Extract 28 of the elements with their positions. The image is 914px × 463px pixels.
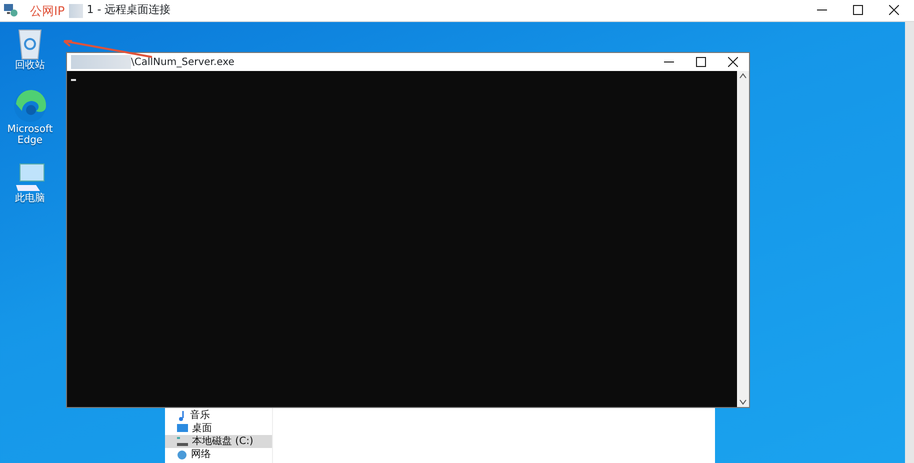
desktop-icon-label[interactable]: 此电脑 xyxy=(5,192,55,204)
window-title: 1 - 远程桌面连接 xyxy=(86,2,171,18)
blurred-region xyxy=(71,55,131,69)
close-icon xyxy=(889,5,899,16)
scroll-up-icon[interactable] xyxy=(739,71,747,81)
desktop-icon-label[interactable]: 回收站 xyxy=(5,60,55,72)
music-note-icon xyxy=(177,410,186,420)
scrollbar[interactable] xyxy=(905,22,914,463)
nav-item[interactable]: 音乐 xyxy=(165,409,272,422)
maximize-icon xyxy=(696,56,706,67)
scrollbar[interactable] xyxy=(737,71,749,407)
nav-item[interactable]: 桌面 xyxy=(165,422,272,435)
annotation-label: 公网IP xyxy=(30,2,65,20)
computer-icon xyxy=(14,162,46,192)
maximize-icon xyxy=(853,5,863,16)
nav-item[interactable]: 本地磁盘 (C:) xyxy=(165,435,272,448)
window-title: \CallNum_Server.exe xyxy=(131,56,234,70)
blurred-region xyxy=(68,4,83,18)
nav-item[interactable]: 网络 xyxy=(165,448,272,461)
network-icon xyxy=(177,450,187,460)
remote-desktop-icon xyxy=(4,4,18,17)
desktop-icon-label[interactable]: Microsoft Edge xyxy=(5,124,55,146)
drive-icon xyxy=(177,437,188,446)
text-cursor xyxy=(71,79,76,81)
desktop-icon xyxy=(177,424,188,433)
edge-icon xyxy=(12,88,48,124)
close-icon xyxy=(728,56,738,67)
scroll-down-icon[interactable] xyxy=(739,397,747,407)
